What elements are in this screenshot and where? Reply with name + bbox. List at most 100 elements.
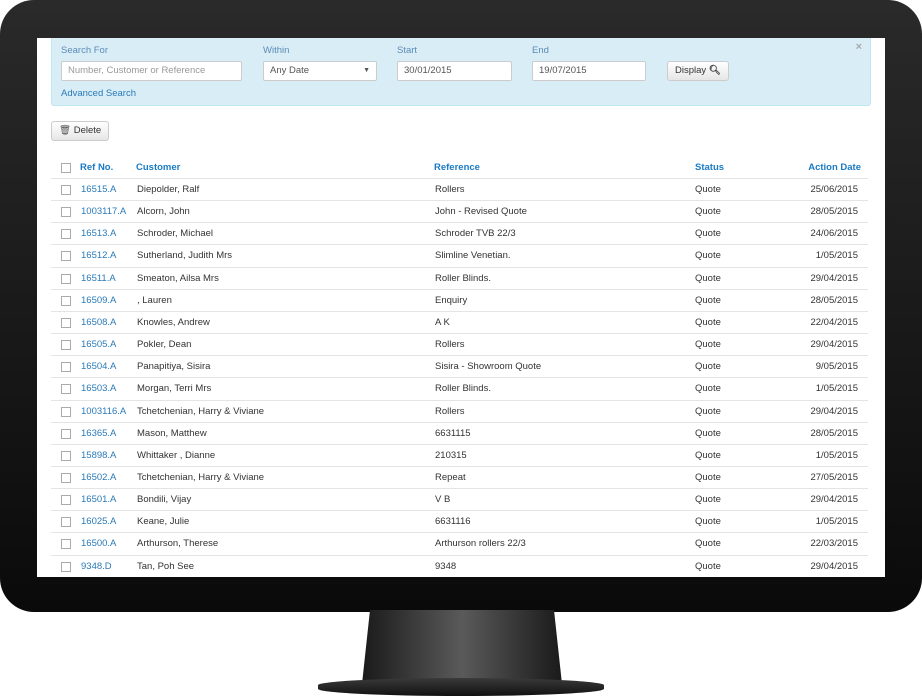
reference-cell: Schroder TVB 22/3: [435, 228, 516, 240]
header-status[interactable]: Status: [695, 162, 724, 173]
row-checkbox[interactable]: [61, 317, 71, 328]
close-icon[interactable]: ×: [856, 41, 862, 53]
table-row: 16508.A Knowles, Andrew A K Quote 22/04/…: [51, 310, 868, 333]
search-input[interactable]: Number, Customer or Reference: [61, 61, 242, 81]
status-cell: Quote: [695, 250, 721, 262]
display-button[interactable]: Display 🔍︎: [667, 61, 729, 81]
table-row: 16511.A Smeaton, Ailsa Mrs Roller Blinds…: [51, 266, 868, 289]
header-customer[interactable]: Customer: [136, 162, 180, 173]
action-date-cell: 29/04/2015: [810, 560, 858, 572]
advanced-search-link[interactable]: Advanced Search: [61, 88, 136, 99]
end-date-input[interactable]: 19/07/2015: [532, 61, 646, 81]
row-checkbox[interactable]: [61, 428, 71, 439]
table-row: 16025.A Keane, Julie 6631116 Quote 1/05/…: [51, 510, 868, 532]
ref-link[interactable]: 16504.A: [81, 361, 116, 372]
header-ref[interactable]: Ref No.: [80, 162, 113, 173]
status-cell: Quote: [695, 516, 721, 528]
ref-link[interactable]: 16509.A: [81, 295, 116, 306]
customer-cell: Tan, Poh See: [137, 560, 195, 572]
ref-link[interactable]: 16515.A: [81, 184, 116, 195]
table-row: 16512.A Sutherland, Judith Mrs Slimline …: [51, 244, 868, 266]
row-checkbox[interactable]: [61, 229, 71, 240]
within-select[interactable]: Any Date ▼: [263, 61, 377, 81]
status-cell: Quote: [695, 272, 721, 284]
row-checkbox[interactable]: [61, 539, 71, 550]
action-date-cell: 9/05/2015: [815, 361, 858, 373]
table-row: 16505.A Pokler, Dean Rollers Quote 29/04…: [51, 333, 868, 355]
row-checkbox[interactable]: [61, 406, 71, 417]
row-checkbox[interactable]: [61, 362, 71, 373]
status-cell: Quote: [695, 383, 721, 395]
action-date-cell: 1/05/2015: [815, 449, 858, 461]
status-cell: Quote: [695, 560, 721, 572]
screen: Search For Number, Customer or Reference…: [37, 38, 885, 577]
status-cell: Quote: [695, 361, 721, 373]
display-label: Display: [675, 65, 707, 76]
row-checkbox[interactable]: [61, 384, 71, 395]
monitor-stand: [362, 610, 562, 684]
action-date-cell: 1/05/2015: [815, 516, 858, 528]
action-date-cell: 22/04/2015: [810, 316, 858, 328]
status-cell: Quote: [695, 449, 721, 461]
ref-link[interactable]: 16508.A: [81, 317, 116, 328]
customer-cell: Pokler, Dean: [137, 339, 192, 351]
ref-link[interactable]: 1003117.A: [81, 206, 126, 217]
start-label: Start: [397, 45, 418, 56]
row-checkbox[interactable]: [61, 517, 71, 528]
ref-link[interactable]: 16502.A: [81, 472, 116, 483]
ref-link[interactable]: 16511.A: [81, 273, 116, 284]
ref-link[interactable]: 16503.A: [81, 383, 116, 394]
status-cell: Quote: [695, 471, 721, 483]
row-checkbox[interactable]: [61, 273, 71, 284]
ref-link[interactable]: 15898.A: [81, 450, 116, 461]
reference-cell: 6631115: [435, 427, 471, 439]
ref-link[interactable]: 9348.D: [81, 561, 112, 572]
row-checkbox[interactable]: [61, 450, 71, 461]
header-action-date[interactable]: Action Date: [808, 162, 861, 173]
header-reference[interactable]: Reference: [434, 162, 480, 173]
row-checkbox[interactable]: [61, 185, 71, 195]
action-date-cell: 25/06/2015: [810, 184, 858, 195]
ref-link[interactable]: 16512.A: [81, 250, 116, 261]
status-cell: Quote: [695, 538, 721, 550]
reference-cell: Roller Blinds.: [435, 383, 491, 395]
reference-cell: Rollers: [435, 405, 465, 417]
row-checkbox[interactable]: [61, 251, 71, 262]
row-checkbox[interactable]: [61, 472, 71, 483]
ref-link[interactable]: 16505.A: [81, 339, 116, 350]
ref-link[interactable]: 16500.A: [81, 538, 116, 549]
start-date-input[interactable]: 30/01/2015: [397, 61, 512, 81]
reference-cell: Rollers: [435, 339, 465, 351]
action-date-cell: 22/03/2015: [810, 538, 858, 550]
row-checkbox[interactable]: [61, 495, 71, 506]
table-row: 16502.A Tchetchenian, Harry & Viviane Re…: [51, 465, 868, 488]
table-row: 16365.A Mason, Matthew 6631115 Quote 28/…: [51, 421, 868, 444]
reference-cell: Slimline Venetian.: [435, 250, 511, 262]
action-date-cell: 29/04/2015: [810, 272, 858, 284]
table-row: 16509.A , Lauren Enquiry Quote 28/05/201…: [51, 288, 868, 311]
reference-cell: John - Revised Quote: [435, 206, 527, 218]
customer-cell: , Lauren: [137, 294, 172, 306]
row-checkbox[interactable]: [61, 295, 71, 306]
customer-cell: Mason, Matthew: [137, 427, 207, 439]
table-row: 15898.A Whittaker , Dianne 210315 Quote …: [51, 443, 868, 466]
ref-link[interactable]: 1003116.A: [81, 406, 126, 417]
status-cell: Quote: [695, 206, 721, 218]
ref-link[interactable]: 16365.A: [81, 428, 116, 439]
row-checkbox[interactable]: [61, 340, 71, 351]
table-row: 16504.A Panapitiya, Sisira Sisira - Show…: [51, 355, 868, 377]
reference-cell: Rollers: [435, 184, 465, 195]
action-date-cell: 1/05/2015: [815, 250, 858, 262]
delete-button[interactable]: 🗑︎ Delete: [51, 121, 110, 141]
select-all-checkbox[interactable]: [61, 163, 71, 173]
row-checkbox[interactable]: [61, 207, 71, 218]
ref-link[interactable]: 16025.A: [81, 516, 116, 527]
within-label: Within: [263, 45, 290, 56]
reference-cell: Roller Blinds.: [435, 272, 491, 284]
action-date-cell: 28/05/2015: [810, 206, 858, 218]
customer-cell: Tchetchenian, Harry & Viviane: [137, 405, 265, 417]
ref-link[interactable]: 16513.A: [81, 228, 116, 239]
row-checkbox[interactable]: [61, 561, 71, 572]
ref-link[interactable]: 16501.A: [81, 494, 116, 505]
search-panel: Search For Number, Customer or Reference…: [51, 38, 871, 106]
